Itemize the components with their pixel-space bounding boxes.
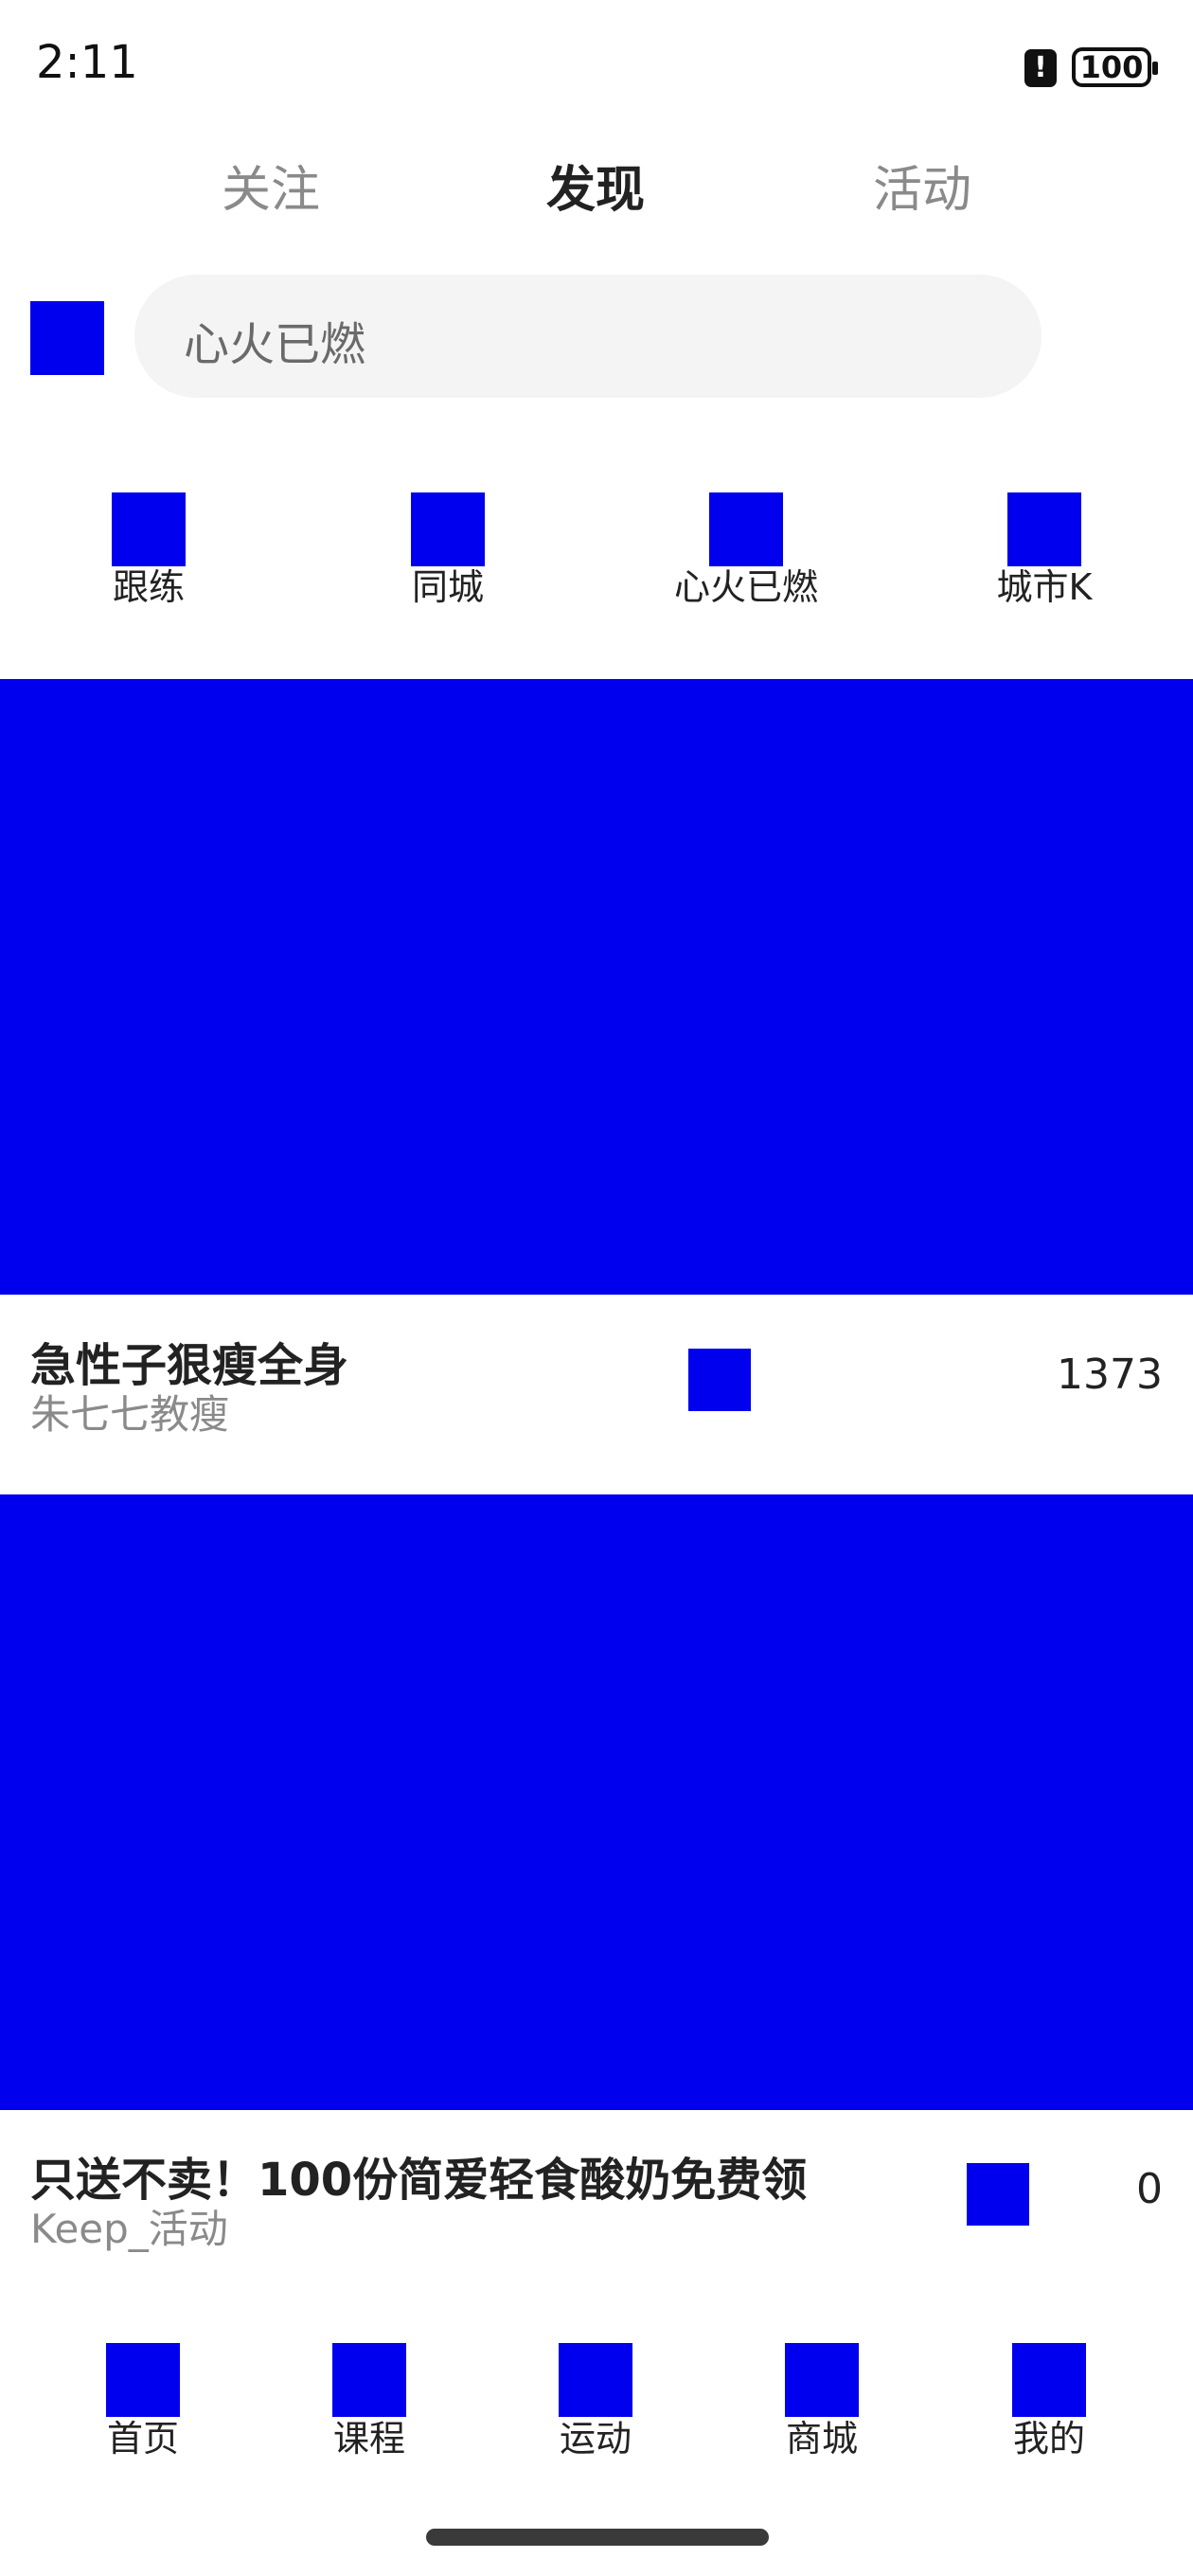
search-placeholder: 心火已燃 bbox=[184, 318, 366, 371]
heart-fire-icon bbox=[709, 492, 783, 566]
home-icon bbox=[106, 2343, 180, 2417]
home-indicator[interactable] bbox=[426, 2529, 769, 2546]
feed-image-1[interactable] bbox=[0, 679, 1193, 1295]
feed-card-info[interactable]: 只送不卖！100份简爱轻食酸奶免费领 Keep_活动 0 bbox=[0, 2121, 1193, 2263]
nav-course[interactable]: 课程 bbox=[284, 2339, 454, 2462]
search-row: 心火已燃 bbox=[0, 275, 1193, 398]
nav-label: 商城 bbox=[785, 2418, 858, 2460]
battery-indicator: 100 bbox=[1072, 47, 1158, 87]
shortcut-label: 跟练 bbox=[112, 566, 185, 608]
bottom-nav: 首页 课程 运动 商城 我的 bbox=[0, 2339, 1193, 2462]
like-icon[interactable] bbox=[688, 1349, 751, 1411]
nav-mall[interactable]: 商城 bbox=[737, 2339, 907, 2462]
scan-icon[interactable] bbox=[30, 301, 104, 375]
nav-profile[interactable]: 我的 bbox=[964, 2339, 1134, 2462]
nav-label: 运动 bbox=[559, 2418, 632, 2460]
shortcut-heart-fire[interactable]: 心火已燃 bbox=[661, 492, 831, 616]
tab-follow[interactable]: 关注 bbox=[176, 150, 365, 221]
alert-icon: ! bbox=[1024, 49, 1057, 87]
like-count: 0 bbox=[1136, 2165, 1163, 2213]
shortcut-label: 心火已燃 bbox=[673, 566, 818, 608]
shortcut-city-k[interactable]: 城市K bbox=[959, 492, 1130, 616]
tab-activity[interactable]: 活动 bbox=[828, 150, 1017, 221]
card-author[interactable]: 朱七七教瘦 bbox=[30, 1383, 229, 1440]
mall-icon bbox=[785, 2343, 859, 2417]
shortcut-follow-train[interactable]: 跟练 bbox=[63, 492, 234, 616]
city-k-icon bbox=[1007, 492, 1081, 566]
status-time: 2:11 bbox=[36, 36, 138, 89]
same-city-icon bbox=[411, 492, 485, 566]
nav-label: 课程 bbox=[332, 2418, 405, 2460]
like-count: 1373 bbox=[1057, 1351, 1163, 1399]
tab-discover[interactable]: 发现 bbox=[501, 150, 690, 221]
nav-label: 我的 bbox=[1012, 2418, 1085, 2460]
status-bar: 2:11 ! 100 bbox=[0, 0, 1193, 133]
like-icon[interactable] bbox=[967, 2163, 1029, 2226]
follow-train-icon bbox=[112, 492, 186, 566]
nav-label: 首页 bbox=[106, 2418, 179, 2460]
shortcut-label: 同城 bbox=[411, 566, 484, 608]
nav-home[interactable]: 首页 bbox=[58, 2339, 228, 2462]
sport-icon bbox=[559, 2343, 632, 2417]
search-input[interactable]: 心火已燃 bbox=[134, 275, 1042, 398]
nav-sport[interactable]: 运动 bbox=[510, 2339, 681, 2462]
feed-image-2[interactable] bbox=[0, 1494, 1193, 2110]
shortcut-label: 城市K bbox=[996, 566, 1093, 608]
card-author[interactable]: Keep_活动 bbox=[30, 2197, 228, 2255]
top-tabs: 关注 发现 活动 bbox=[0, 133, 1193, 227]
shortcut-same-city[interactable]: 同城 bbox=[363, 492, 533, 616]
profile-icon bbox=[1012, 2343, 1086, 2417]
course-icon bbox=[332, 2343, 406, 2417]
feed-card-info[interactable]: 急性子狠瘦全身 朱七七教瘦 1373 bbox=[0, 1307, 1193, 1449]
